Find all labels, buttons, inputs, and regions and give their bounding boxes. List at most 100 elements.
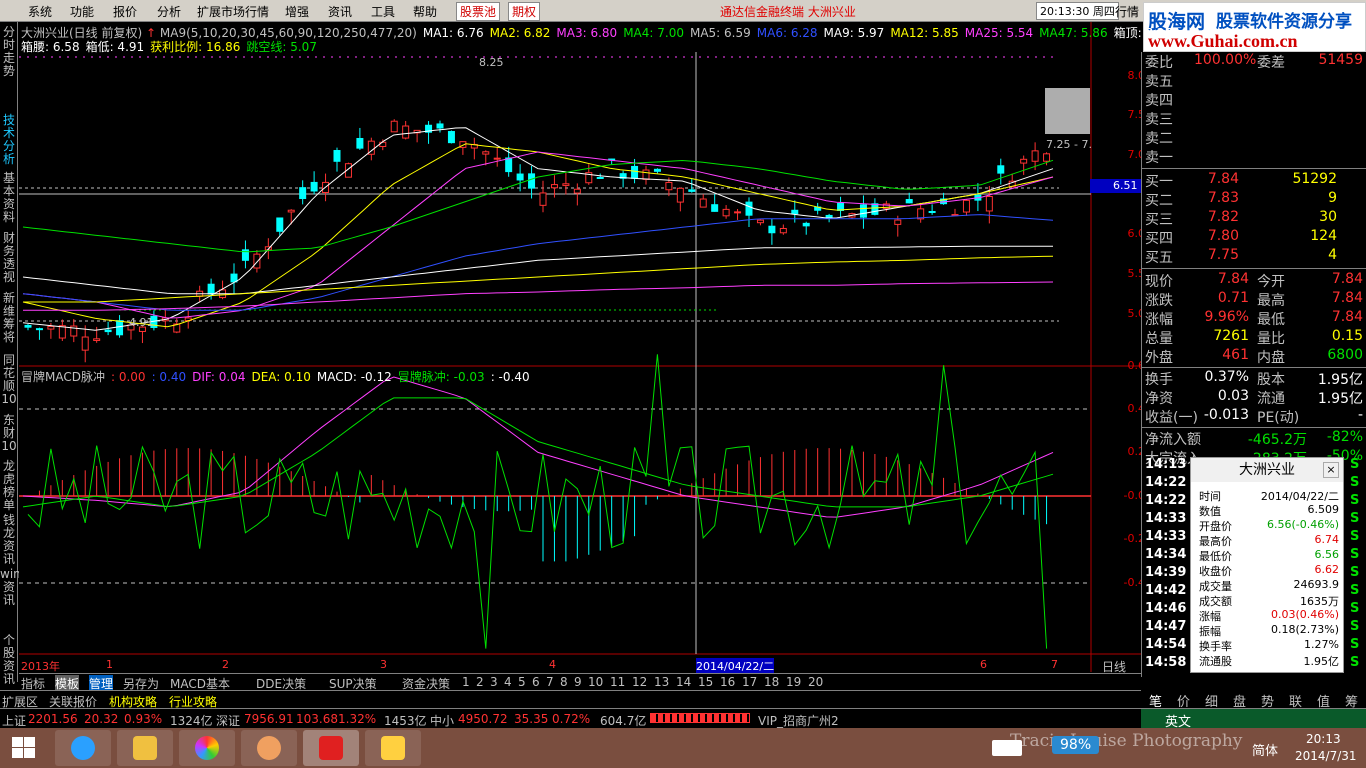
- sidebar-item[interactable]: 同花顺10: [0, 354, 18, 406]
- taskbar-app-3[interactable]: [179, 730, 235, 766]
- stat-value: 6800: [1327, 347, 1363, 363]
- taskbar-date: 2014/7/31: [1295, 749, 1357, 763]
- taskbar-app-5[interactable]: [303, 730, 359, 766]
- divider: [1142, 268, 1366, 269]
- keyboard-icon[interactable]: [992, 740, 1022, 756]
- data-window-label: 收盘价: [1199, 565, 1232, 578]
- tick-flag: S: [1350, 511, 1360, 526]
- sidebar-item[interactable]: 基本资料: [0, 172, 18, 224]
- menu-extended-market[interactable]: 扩展市场行情: [197, 3, 269, 20]
- ma-value: MA6: 6.28: [756, 26, 818, 40]
- data-window-label: 换手率: [1199, 640, 1232, 653]
- range-label: 7.25 - 7.: [1046, 138, 1092, 151]
- indicator-tab[interactable]: 10: [588, 675, 603, 689]
- options-button[interactable]: 期权: [508, 2, 541, 21]
- browser-icon: [71, 736, 95, 760]
- indicator-tab[interactable]: 8: [560, 675, 568, 689]
- candlestick-chart[interactable]: [19, 22, 1141, 672]
- menu-function[interactable]: 功能: [70, 3, 94, 20]
- indicator-tab[interactable]: 3: [490, 675, 498, 689]
- zoom-level[interactable]: 98%: [1052, 736, 1100, 754]
- indicator-tab[interactable]: 11: [610, 675, 625, 689]
- data-window-label: 最低价: [1199, 550, 1232, 563]
- taskbar-app-1[interactable]: [55, 730, 111, 766]
- data-window-value: 6.74: [1314, 533, 1340, 546]
- ask-label: 卖一: [1145, 150, 1173, 166]
- menu-system[interactable]: 系统: [28, 3, 52, 20]
- data-window-row: 成交额 1635万: [1199, 593, 1339, 608]
- sidebar-item[interactable]: 个股资讯: [0, 634, 18, 686]
- indicator-tab[interactable]: 4: [504, 675, 512, 689]
- menu-enhance[interactable]: 增强: [285, 3, 309, 20]
- menu-news[interactable]: 资讯: [328, 3, 352, 20]
- sme-index-pct: 0.72%: [552, 712, 591, 726]
- ask-label: 卖三: [1145, 112, 1173, 128]
- macd-value: DEA: 0.10: [251, 370, 311, 384]
- stat-row: 涨幅 9.96% 最低 7.84: [1142, 309, 1366, 328]
- data-window-value: 6.56: [1314, 548, 1340, 561]
- menu-help[interactable]: 帮助: [413, 3, 437, 20]
- data-window-value: 0.18(2.73%): [1270, 623, 1339, 636]
- tick-time: 14:33: [1145, 529, 1187, 544]
- range-box: [1045, 88, 1090, 134]
- stat-row: 涨跌 0.71 最高 7.84: [1142, 290, 1366, 309]
- sidebar-item[interactable]: wind资讯: [0, 568, 28, 607]
- indicator-tab[interactable]: 16: [720, 675, 735, 689]
- stat-value: -: [1357, 407, 1363, 423]
- indicator-tab[interactable]: 12: [632, 675, 647, 689]
- data-window[interactable]: 大洲兴业 × 时间 2014/04/22/二 数值 6.509 开盘价 6.56(-0.4…: [1190, 457, 1344, 673]
- sidebar-item[interactable]: 龙虎榜单: [0, 460, 18, 512]
- tick-flag: S: [1350, 529, 1360, 544]
- quote-switch[interactable]: 行情: [1115, 3, 1139, 20]
- sidebar-item[interactable]: 技术分析: [0, 114, 18, 166]
- indicator-tab[interactable]: 6: [532, 675, 540, 689]
- sh-index-amount: 1324亿: [170, 714, 213, 728]
- sidebar-item[interactable]: 新维筹将: [0, 292, 18, 344]
- indicator-tab[interactable]: 9: [574, 675, 582, 689]
- bid-row: 买一 7.84 51292: [1142, 171, 1366, 190]
- sme-index-value: 4950.72: [458, 712, 508, 726]
- indicator-tab[interactable]: 14: [676, 675, 691, 689]
- taskbar-app-2[interactable]: [117, 730, 173, 766]
- indicator-tab[interactable]: 15: [698, 675, 713, 689]
- bid-volume: 4: [1328, 247, 1337, 263]
- bid-price: 7.84: [1207, 171, 1239, 187]
- flow-row: 净流入额 -465.2万 -82%: [1142, 429, 1366, 448]
- menu-tools[interactable]: 工具: [371, 3, 395, 20]
- taskbar-app-6[interactable]: [365, 730, 421, 766]
- indicator-tab[interactable]: 1: [462, 675, 470, 689]
- indicator-tab[interactable]: 19: [786, 675, 801, 689]
- menu-quote[interactable]: 报价: [113, 3, 137, 20]
- ma-value: MA1: 6.76: [422, 26, 484, 40]
- sidebar-item[interactable]: 钱龙资讯: [0, 514, 18, 566]
- sidebar-item[interactable]: 分时走势: [0, 26, 18, 78]
- bid-volume: 51292: [1292, 171, 1337, 187]
- ma-value: MA25: 5.54: [964, 26, 1034, 40]
- chart-area[interactable]: 大洲兴业(日线 前复权) ↑ MA9(5,10,20,30,45,60,90,1…: [19, 22, 1172, 674]
- entrust-ratio-value: 100.00%: [1194, 52, 1257, 68]
- taskbar-app-4[interactable]: [241, 730, 297, 766]
- data-window-row: 收盘价 6.62: [1199, 563, 1339, 578]
- windows-start-icon[interactable]: [12, 737, 36, 759]
- data-window-label: 涨幅: [1199, 610, 1221, 623]
- indicator-tab[interactable]: 20: [808, 675, 823, 689]
- stat-row: 收益(一) -0.013 PE(动) -: [1142, 407, 1366, 426]
- sidebar-item[interactable]: 财务透视: [0, 232, 18, 284]
- indicator-tab[interactable]: 7: [546, 675, 554, 689]
- data-window-row: 流通股 1.95亿: [1199, 653, 1339, 668]
- sme-index-label: 中小: [430, 714, 455, 728]
- stat-value: 0.03: [1217, 388, 1249, 404]
- indicator-tab[interactable]: 13: [654, 675, 669, 689]
- close-icon[interactable]: ×: [1323, 462, 1339, 478]
- indicator-tab[interactable]: 18: [764, 675, 779, 689]
- indicator-tab[interactable]: 17: [742, 675, 757, 689]
- market-breadth-bar: [650, 713, 750, 723]
- language-indicator[interactable]: 简体: [1252, 740, 1278, 759]
- sidebar-item[interactable]: 东财10: [0, 414, 18, 453]
- stat-value: 0.37%: [1204, 369, 1249, 385]
- stat-row: 现价 7.84 今开 7.84: [1142, 271, 1366, 290]
- stock-pool-button[interactable]: 股票池: [456, 2, 501, 21]
- indicator-tab[interactable]: 2: [476, 675, 484, 689]
- menu-analysis[interactable]: 分析: [157, 3, 181, 20]
- indicator-tab[interactable]: 5: [518, 675, 526, 689]
